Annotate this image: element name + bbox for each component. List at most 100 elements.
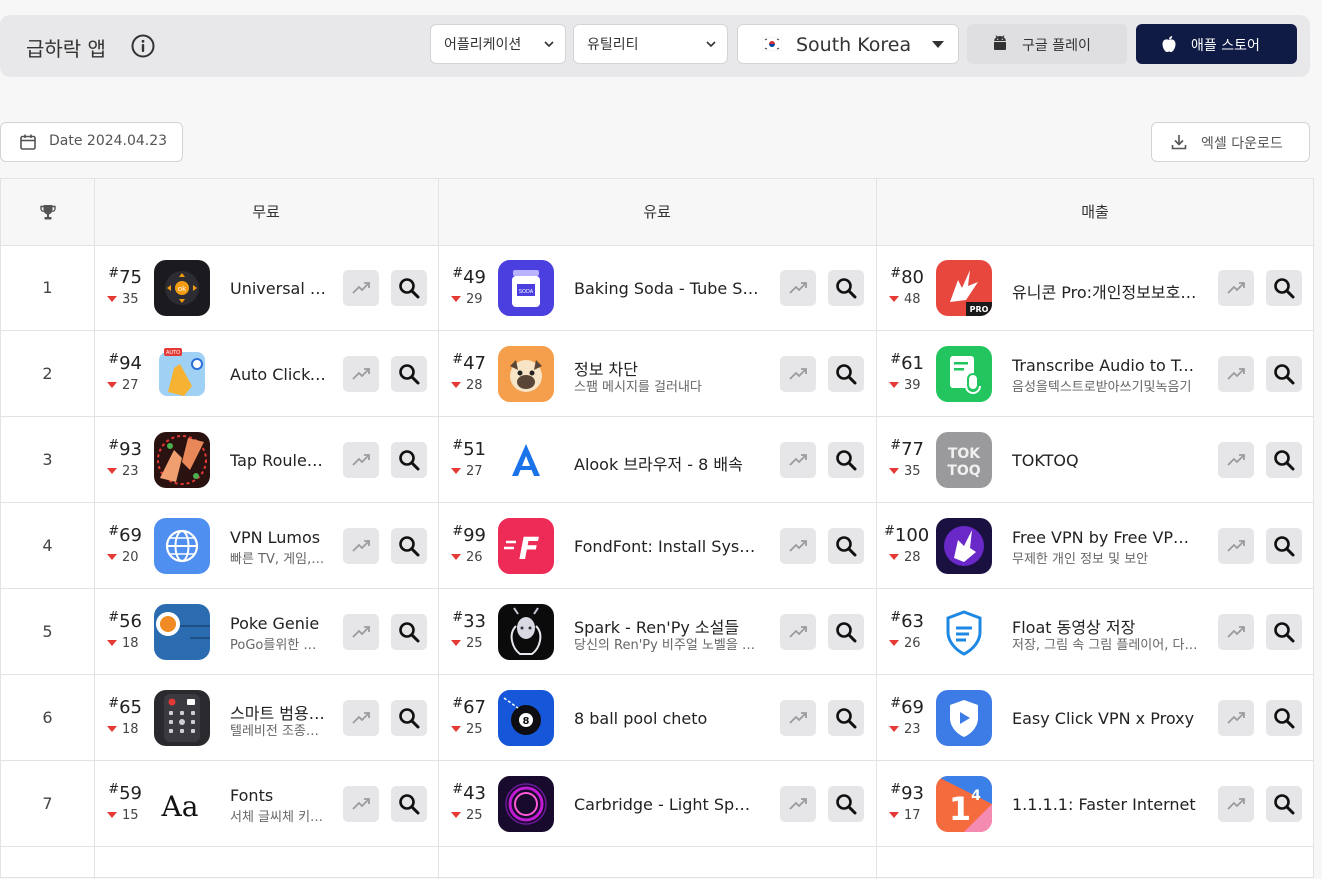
app-name[interactable]: 유니콘 Pro:개인정보보호 및 광고차단 — [1012, 279, 1198, 303]
app-cell-paid[interactable]: #51 27 Alook 브라우저 - 8 배속 — [438, 417, 876, 503]
search-button[interactable] — [1266, 528, 1302, 564]
app-name[interactable]: Carbridge - Light Speed — [574, 795, 760, 814]
auto-clicker-icon[interactable]: AUTO — [154, 346, 210, 402]
remote-icon[interactable]: ok — [154, 260, 210, 316]
carbridge-icon[interactable] — [498, 776, 554, 832]
google-play-button[interactable]: 구글 플레이 — [967, 24, 1127, 64]
search-button[interactable] — [1266, 614, 1302, 650]
search-button[interactable] — [391, 270, 427, 306]
app-name[interactable]: Baking Soda - Tube Sorting — [574, 279, 760, 298]
search-button[interactable] — [391, 356, 427, 392]
app-name[interactable]: Universal TV Remote Control — [230, 279, 328, 298]
tv-remote-icon[interactable] — [154, 690, 210, 746]
app-cell-free[interactable]: #56 18 Poke Genie PoGo를위한 도우미 — [94, 589, 438, 675]
trend-button[interactable] — [343, 700, 379, 736]
search-button[interactable] — [828, 786, 864, 822]
app-name[interactable]: Tap Roulette — [230, 451, 328, 470]
alook-icon[interactable] — [498, 432, 554, 488]
app-cell-free[interactable]: #94 27 AUTO Auto Clicker - Tapper — [94, 331, 438, 417]
app-cell-revenue[interactable]: #69 23 Easy Click VPN x Proxy — [876, 675, 1314, 761]
poke-genie-icon[interactable] — [154, 604, 210, 660]
app-cell-free[interactable]: #6518스마트 범용 리모컨텔레비전 조종하기 — [94, 675, 438, 761]
fonts-aa-icon[interactable]: Aa — [154, 776, 210, 832]
search-button[interactable] — [1266, 356, 1302, 392]
trend-button[interactable] — [780, 786, 816, 822]
app-cell-revenue[interactable]: #100 28 Free VPN by Free VPN .org 무제한 개인 정보… — [876, 503, 1314, 589]
search-button[interactable] — [391, 442, 427, 478]
transcribe-icon[interactable] — [936, 346, 992, 402]
eight-ball-icon[interactable]: 8 — [498, 690, 554, 746]
trend-button[interactable] — [1218, 700, 1254, 736]
search-button[interactable] — [828, 442, 864, 478]
app-name[interactable]: Easy Click VPN x Proxy — [1012, 709, 1198, 728]
app-cell-free[interactable]: #75 35 ok Universal TV Remote Control — [94, 245, 438, 331]
search-button[interactable] — [828, 700, 864, 736]
search-button[interactable] — [828, 270, 864, 306]
app-cell-revenue[interactable]: #93 17 1 4 1.1.1.1: Faster Internet — [876, 761, 1314, 847]
float-shield-icon[interactable] — [936, 604, 992, 660]
search-button[interactable] — [391, 786, 427, 822]
app-name[interactable]: Transcribe Audio to Text — [1012, 356, 1198, 375]
trend-button[interactable] — [343, 442, 379, 478]
trend-button[interactable] — [780, 700, 816, 736]
app-name[interactable]: Alook 브라우저 - 8 배속 — [574, 451, 760, 475]
spark-icon[interactable] — [498, 604, 554, 660]
trend-button[interactable] — [780, 528, 816, 564]
trend-button[interactable] — [780, 270, 816, 306]
pug-icon[interactable] — [498, 346, 554, 402]
trend-button[interactable] — [1218, 528, 1254, 564]
globe-icon[interactable] — [154, 518, 210, 574]
one-one-icon[interactable]: 14 — [936, 776, 992, 832]
app-cell-free[interactable]: #93 23 Tap Roulette — [94, 417, 438, 503]
trend-button[interactable] — [343, 356, 379, 392]
app-name[interactable]: 1.1.1.1: Faster Internet — [1012, 795, 1198, 814]
soda-jar-icon[interactable]: SODA — [498, 260, 554, 316]
info-icon[interactable] — [131, 34, 155, 58]
trend-button[interactable] — [343, 786, 379, 822]
trend-button[interactable] — [1218, 786, 1254, 822]
trend-button[interactable] — [780, 442, 816, 478]
trend-button[interactable] — [343, 270, 379, 306]
app-name[interactable]: TOKTOQ — [1012, 451, 1198, 470]
app-name[interactable]: Auto Clicker - Tapper — [230, 365, 328, 384]
search-button[interactable] — [391, 700, 427, 736]
app-cell-revenue[interactable]: #77 35 TOK TOQ TOKTOQ — [876, 417, 1314, 503]
search-button[interactable] — [828, 528, 864, 564]
app-name[interactable]: Fonts — [230, 786, 328, 805]
search-button[interactable] — [391, 614, 427, 650]
trend-button[interactable] — [343, 614, 379, 650]
trend-button[interactable] — [780, 614, 816, 650]
fondfont-icon[interactable]: F — [498, 518, 554, 574]
category-select[interactable]: 어플리케이션 — [430, 24, 566, 64]
tap-roulette-icon[interactable] — [154, 432, 210, 488]
trend-button[interactable] — [1218, 356, 1254, 392]
app-name[interactable]: Poke Genie — [230, 614, 328, 633]
search-button[interactable] — [1266, 786, 1302, 822]
excel-download-button[interactable]: 엑셀 다운로드 — [1151, 122, 1310, 162]
app-cell-paid[interactable]: #43 25 Carbridge - Light Speed — [438, 761, 876, 847]
search-button[interactable] — [1266, 270, 1302, 306]
search-button[interactable] — [828, 356, 864, 392]
search-button[interactable] — [391, 528, 427, 564]
search-button[interactable] — [828, 614, 864, 650]
search-button[interactable] — [1266, 700, 1302, 736]
app-name[interactable]: FondFont: Install System Fonts — [574, 537, 760, 556]
unicorn-pro-icon[interactable]: PRO — [936, 260, 992, 316]
date-picker-button[interactable]: Date 2024.04.23 — [0, 122, 183, 162]
app-cell-paid[interactable]: #47 28 정보 차단 스팸 메시지를 걸러내다 — [438, 331, 876, 417]
unicorn-vpn-icon[interactable] — [936, 518, 992, 574]
app-cell-free[interactable]: #59 15 Aa Fonts 서체 글씨체 키보드 — [94, 761, 438, 847]
app-cell-paid[interactable]: #33 25 Spark - Ren'Py 소설들 당신의 Ren'Py 비주얼 노벨… — [438, 589, 876, 675]
trend-button[interactable] — [343, 528, 379, 564]
app-name[interactable]: Free VPN by Free VPN .org — [1012, 528, 1198, 547]
trend-button[interactable] — [1218, 614, 1254, 650]
app-cell-paid[interactable]: #49 29 SODA Baking Soda - Tube Sorting — [438, 245, 876, 331]
vpn-shield-icon[interactable] — [936, 690, 992, 746]
trend-button[interactable] — [1218, 270, 1254, 306]
trend-button[interactable] — [1218, 442, 1254, 478]
country-select[interactable]: South Korea — [737, 24, 959, 64]
app-name[interactable]: VPN Lumos — [230, 528, 328, 547]
app-cell-revenue[interactable]: #6326Float 동영상 저장저장, 그림 속 그림 플레이어, 다운로드 — [876, 589, 1314, 675]
app-store-button[interactable]: 애플 스토어 — [1136, 24, 1297, 64]
app-cell-paid[interactable]: #99 26 F FondFont: Install System Fonts — [438, 503, 876, 589]
